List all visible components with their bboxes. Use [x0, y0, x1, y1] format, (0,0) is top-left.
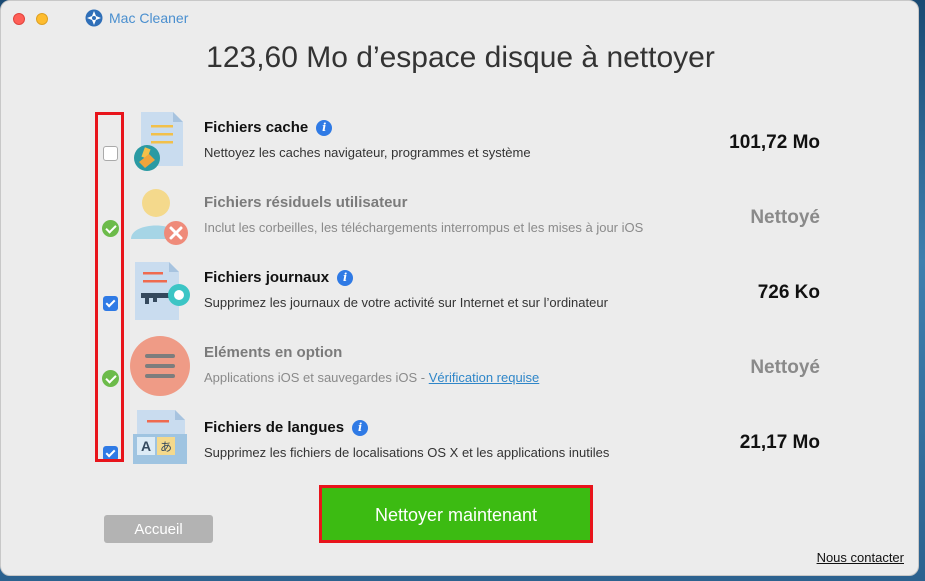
log-files-size: 726 Ko — [757, 282, 820, 303]
language-files-size: 21,17 Mo — [739, 432, 820, 453]
optional-status: Nettoyé — [750, 357, 820, 378]
minimize-window-button[interactable] — [36, 13, 48, 25]
log-files-description: Supprimez les journaux de votre activité… — [204, 295, 608, 310]
svg-text:あ: あ — [160, 440, 172, 454]
user-residual-status: Nettoyé — [750, 207, 820, 228]
app-brand: Mac Cleaner — [85, 9, 188, 27]
language-files-title: Fichiers de langues i — [204, 419, 369, 436]
verification-required-link[interactable]: Vérification requise — [429, 370, 540, 385]
log-files-info-icon[interactable]: i — [337, 269, 354, 286]
selection-column-highlight — [95, 112, 124, 462]
app-logo-icon — [85, 9, 103, 27]
user-residual-description: Inclut les corbeilles, les téléchargemen… — [204, 220, 644, 235]
clean-button-highlight: Nettoyer maintenant — [319, 485, 593, 543]
language-files-icon: A あ — [133, 410, 187, 464]
optional-description: Applications iOS et sauvegardes iOS - Vé… — [204, 370, 540, 385]
contact-link[interactable]: Nous contacter — [817, 550, 904, 565]
user-residual-icon — [131, 189, 188, 245]
page-title: 123,60 Mo d’espace disque à nettoyer — [206, 41, 715, 74]
cache-size: 101,72 Mo — [729, 132, 820, 153]
cache-title: Fichiers cache i — [204, 119, 333, 136]
cache-files-icon — [134, 112, 183, 171]
app-name: Mac Cleaner — [109, 10, 189, 26]
close-window-button[interactable] — [13, 13, 25, 25]
user-residual-title: Fichiers résiduels utilisateur — [204, 194, 408, 211]
clean-now-button[interactable]: Nettoyer maintenant — [322, 488, 590, 540]
cache-description: Nettoyez les caches navigateur, programm… — [204, 145, 531, 160]
optional-items-icon — [130, 336, 190, 396]
svg-text:A: A — [141, 438, 151, 454]
log-files-title: Fichiers journaux i — [204, 269, 354, 286]
language-files-description: Supprimez les fichiers de localisations … — [204, 445, 610, 460]
cache-info-icon[interactable]: i — [316, 119, 333, 136]
log-files-icon — [135, 262, 190, 320]
home-button[interactable]: Accueil — [104, 515, 213, 543]
language-files-info-icon[interactable]: i — [352, 419, 369, 436]
optional-title: Eléments en option — [204, 344, 343, 361]
app-window: Mac Cleaner 123,60 Mo d’espace disque à … — [0, 0, 919, 576]
